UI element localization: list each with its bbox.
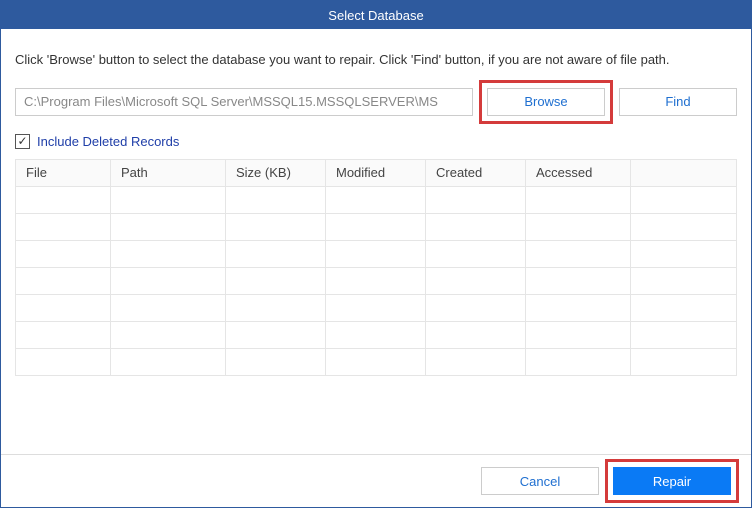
- include-deleted-checkbox[interactable]: ✓: [15, 134, 30, 149]
- col-accessed[interactable]: Accessed: [526, 159, 631, 186]
- table-row: [16, 186, 737, 213]
- col-extra: [631, 159, 737, 186]
- table-row: [16, 213, 737, 240]
- table-row: [16, 294, 737, 321]
- files-table: File Path Size (KB) Modified Created Acc…: [15, 159, 737, 376]
- cancel-button[interactable]: Cancel: [481, 467, 599, 495]
- col-modified[interactable]: Modified: [326, 159, 426, 186]
- col-path[interactable]: Path: [111, 159, 226, 186]
- include-deleted-label: Include Deleted Records: [37, 134, 179, 149]
- col-created[interactable]: Created: [426, 159, 526, 186]
- browse-button[interactable]: Browse: [487, 88, 605, 116]
- find-button[interactable]: Find: [619, 88, 737, 116]
- table-row: [16, 348, 737, 375]
- path-input[interactable]: [15, 88, 473, 116]
- table-header-row: File Path Size (KB) Modified Created Acc…: [16, 159, 737, 186]
- check-icon: ✓: [17, 135, 27, 147]
- include-deleted-row: ✓ Include Deleted Records: [15, 134, 737, 149]
- path-row: Browse Find: [15, 88, 737, 116]
- table-row: [16, 240, 737, 267]
- table-row: [16, 267, 737, 294]
- instruction-text: Click 'Browse' button to select the data…: [15, 51, 737, 70]
- repair-button[interactable]: Repair: [613, 467, 731, 495]
- col-size[interactable]: Size (KB): [226, 159, 326, 186]
- dialog-footer: Cancel Repair: [1, 454, 751, 495]
- highlight-box-repair: Repair: [605, 459, 739, 503]
- title-bar: Select Database: [1, 1, 751, 29]
- dialog-title: Select Database: [328, 8, 423, 23]
- col-file[interactable]: File: [16, 159, 111, 186]
- highlight-box-browse: Browse: [479, 80, 613, 124]
- table-row: [16, 321, 737, 348]
